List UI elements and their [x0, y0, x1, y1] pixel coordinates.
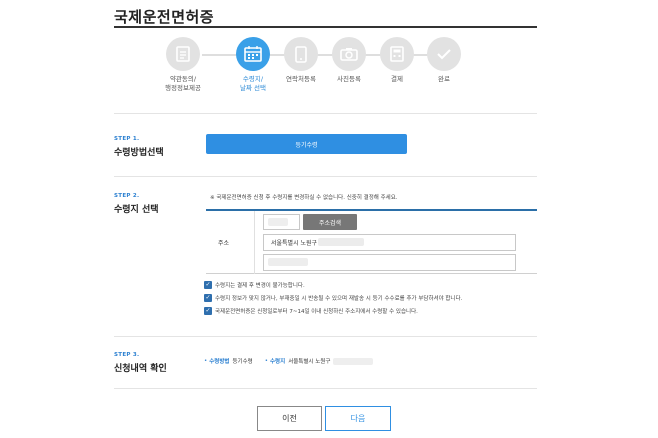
checkbox-checked-icon[interactable]: ✓ [204, 294, 212, 302]
summary-place-key: 수령지 [270, 359, 286, 365]
agreement-text: 수령지 정보가 맞지 않거나, 부재중일 시 반송될 수 있으며 재발송 시 등… [215, 296, 463, 302]
step3-tag: STEP 3. [114, 352, 140, 358]
step-label: 완료 [438, 75, 450, 83]
step1-tag: STEP 1. [114, 136, 140, 142]
checkbox-checked-icon[interactable]: ✓ [204, 281, 212, 289]
agreement-check-row[interactable]: ✓ 수령지 정보가 맞지 않거나, 부재중일 시 반송될 수 있으며 재발송 시… [204, 294, 462, 302]
section-divider [114, 388, 537, 389]
address-line1-redacted [318, 238, 364, 246]
agreement-check-row[interactable]: ✓ 수령지는 결제 후 변경이 불가능합니다. [204, 281, 305, 289]
address-line2-redacted [268, 258, 308, 266]
step3-title: 신청내역 확인 [114, 364, 167, 374]
title-divider [114, 26, 537, 28]
bullet-icon: • [204, 358, 208, 364]
summary-place-value: 서울특별시 노원구 [288, 359, 331, 365]
page-title: 국제운전면허증 [114, 8, 215, 26]
application-summary: • 수령방법 등기수령 • 수령지 서울특별시 노원구 [204, 357, 374, 365]
address-line1-field[interactable]: 서울특별시 노원구 [263, 234, 516, 251]
section-divider [114, 336, 537, 337]
section-divider [114, 176, 537, 177]
address-search-button[interactable]: 주소검색 [303, 214, 357, 230]
progress-stepper: 약관동의/행정정보제공 수령지/날짜 선택 연락처등록 사진등록 결제 완료 [150, 37, 520, 97]
address-form-divider [254, 211, 255, 274]
summary-method-value: 등기수령 [232, 359, 253, 365]
document-icon [166, 37, 200, 71]
address-notice: ※ 국제운전면허증 신청 후 수령지를 변경하실 수 없습니다. 신중히 결정해… [210, 195, 398, 201]
agreement-text: 수령지는 결제 후 변경이 불가능합니다. [215, 283, 305, 289]
step-terms: 약관동의/행정정보제공 [143, 37, 223, 93]
agreement-text: 국제운전면허증은 신청일로부터 7~14일 이내 신청하신 주소지에서 수령할 … [215, 309, 418, 315]
check-icon [427, 37, 461, 71]
section-divider [114, 113, 537, 114]
address-line1-text: 서울특별시 노원구 [271, 240, 318, 247]
next-button[interactable]: 다음 [325, 406, 391, 431]
bullet-icon: • [264, 358, 268, 364]
step2-tag: STEP 2. [114, 193, 140, 199]
zipcode-redacted [268, 218, 288, 226]
checkbox-checked-icon[interactable]: ✓ [204, 307, 212, 315]
step1-title: 수령방법선택 [114, 148, 164, 158]
summary-method-key: 수령방법 [209, 359, 230, 365]
step-complete: 완료 [404, 37, 484, 84]
summary-place-redacted [333, 357, 374, 365]
step2-title: 수령지 선택 [114, 205, 159, 215]
address-label: 주소 [218, 240, 230, 247]
step-label: 약관동의/행정정보제공 [165, 75, 201, 92]
registered-mail-button[interactable]: 등기수령 [206, 134, 407, 154]
agreement-check-row[interactable]: ✓ 국제운전면허증은 신청일로부터 7~14일 이내 신청하신 주소지에서 수령… [204, 307, 418, 315]
prev-button[interactable]: 이전 [257, 406, 322, 431]
